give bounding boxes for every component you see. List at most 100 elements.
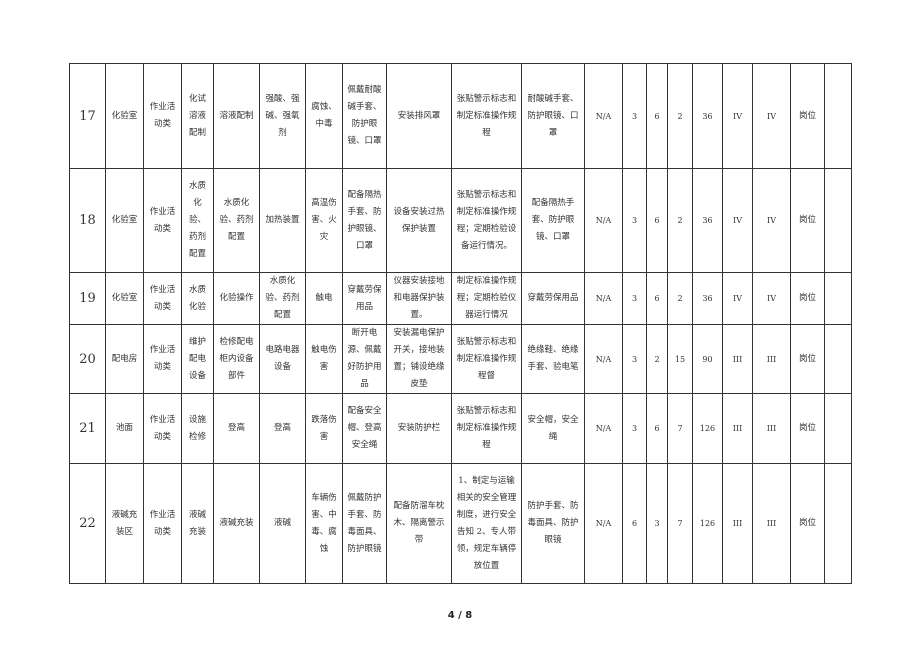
table-cell: 化验室	[105, 168, 144, 273]
table-cell: 7	[667, 463, 693, 584]
table-cell: 检修配电柜内设备部件	[213, 324, 260, 394]
table-cell	[824, 393, 852, 464]
table-cell: N/A	[584, 324, 623, 394]
table-cell: 化验室	[105, 272, 144, 325]
table-cell: 登高	[259, 393, 306, 464]
table-cell	[824, 463, 852, 584]
table-cell: 张贴警示标志和制定标准操作规程；定期检验设备运行情况。	[451, 168, 522, 273]
table-cell: 岗位	[790, 393, 825, 464]
table-cell: N/A	[584, 168, 623, 273]
table-cell: 2	[667, 272, 693, 325]
table-cell: 安全帽，安全绳	[521, 393, 585, 464]
table-cell: III	[752, 324, 791, 394]
table-cell: 36	[692, 272, 723, 325]
table-cell: 3	[622, 272, 647, 325]
table-cell: 断开电源、佩戴好防护用品	[342, 324, 387, 394]
table-row: 22 液碱充装区 作业活动类 液碱充装 液碱充装 液碱 车辆伤害、中毒、腐蚀 佩戴防护手套、防…	[69, 463, 852, 584]
row-number: 18	[69, 168, 106, 273]
table-cell: 7	[667, 393, 693, 464]
table-cell: 岗位	[790, 463, 825, 584]
table-cell: 耐酸碱手套、防护眼镜、口罩	[521, 63, 585, 169]
table-cell: 化验室	[105, 63, 144, 169]
table-cell: 防护手套、防毒面具、防护眼镜	[521, 463, 585, 584]
table-cell: 岗位	[790, 63, 825, 169]
table-cell: III	[722, 393, 753, 464]
table-cell: 仪器安装接地和电器保护装置。	[386, 272, 452, 325]
table-cell: 水质化验、药剂配置	[181, 168, 214, 273]
table-cell: 6	[646, 168, 668, 273]
table-cell	[824, 168, 852, 273]
table-cell: 作业活动类	[143, 463, 182, 584]
table-cell: N/A	[584, 463, 623, 584]
table-cell: 2	[646, 324, 668, 394]
page-number: 4 / 8	[447, 610, 473, 621]
table-cell: 张贴警示标志和制定标准操作规程督	[451, 324, 522, 394]
table-cell: 张贴警示标志和制定标准操作规程	[451, 393, 522, 464]
table-cell: 36	[692, 63, 723, 169]
table-cell: 2	[667, 168, 693, 273]
table-cell: 3	[622, 63, 647, 169]
table-cell: IV	[722, 272, 753, 325]
table-cell: 6	[646, 393, 668, 464]
table-cell: IV	[752, 272, 791, 325]
table-cell: 电路电器设备	[259, 324, 306, 394]
table-cell: N/A	[584, 63, 623, 169]
table-cell: 配备防溜车枕木、隔离警示带	[386, 463, 452, 584]
table-cell: 设备安装过热保护装置	[386, 168, 452, 273]
table-cell: 液碱充装区	[105, 463, 144, 584]
table-cell: 岗位	[790, 272, 825, 325]
table-row: 20 配电房 作业活动类 维护配电设备 检修配电柜内设备部件 电路电器设备 触电伤害 断开电源…	[69, 324, 852, 394]
table-cell: 岗位	[790, 168, 825, 273]
row-number: 22	[69, 463, 106, 584]
table-cell: 15	[667, 324, 693, 394]
table-row: 19 化验室 作业活动类 水质化验 化验操作 水质化验、药剂配置 触电 穿戴劳保用品 仪器安装接…	[69, 272, 852, 325]
table-cell: 作业活动类	[143, 393, 182, 464]
table-cell: 2	[667, 63, 693, 169]
table-cell: 36	[692, 168, 723, 273]
table-cell: 安装防护栏	[386, 393, 452, 464]
table-cell: 作业活动类	[143, 272, 182, 325]
table-cell: 岗位	[790, 324, 825, 394]
table-cell: 水质化验	[181, 272, 214, 325]
table-cell: IV	[722, 168, 753, 273]
table-cell: 绝缘鞋、绝缘手套、验电笔	[521, 324, 585, 394]
table-cell: 液碱充装	[181, 463, 214, 584]
table-cell	[824, 272, 852, 325]
table-row: 17 化验室 作业活动类 化试溶液配制 溶液配制 强酸、强碱、强氧剂 腐蚀、中毒 佩戴耐酸碱手…	[69, 63, 852, 169]
table-cell: 3	[622, 168, 647, 273]
table-cell: 配备安全帽、登高安全绳	[342, 393, 387, 464]
table-cell: 佩戴耐酸碱手套、防护眼镜、口罩	[342, 63, 387, 169]
table-cell: 3	[622, 393, 647, 464]
table-cell: III	[722, 463, 753, 584]
table-cell: 90	[692, 324, 723, 394]
table-cell: 维护配电设备	[181, 324, 214, 394]
table-cell: 安装排风罩	[386, 63, 452, 169]
table-cell: III	[722, 324, 753, 394]
row-number: 19	[69, 272, 106, 325]
table-cell: N/A	[584, 272, 623, 325]
table-cell: 3	[646, 463, 668, 584]
table-cell: IV	[722, 63, 753, 169]
table-cell	[824, 324, 852, 394]
table-cell: 配备隔热手套、防护眼镜、口罩	[521, 168, 585, 273]
table-cell: 登高	[213, 393, 260, 464]
table-cell: 设施检修	[181, 393, 214, 464]
table-cell: 6	[622, 463, 647, 584]
table-cell: 安装漏电保护开关，接地装置；铺设绝缘皮垫	[386, 324, 452, 394]
table-cell: 佩戴防护手套、防毒面具、防护眼镜	[342, 463, 387, 584]
table-cell: 水质化验、药剂配置	[259, 272, 306, 325]
table-cell: 穿戴劳保用品	[521, 272, 585, 325]
table-cell: 126	[692, 393, 723, 464]
table-cell: 穿戴劳保用品	[342, 272, 387, 325]
table-row: 21 池面 作业活动类 设施检修 登高 登高 跌落伤害 配备安全帽、登高安全绳 安装防护栏 张贴警…	[69, 393, 852, 464]
table-cell: 水质化验、药剂配置	[213, 168, 260, 273]
table-cell: 配备隔热手套、防护眼镜、口罩	[342, 168, 387, 273]
table-cell: 制定标准操作规程；定期检验仪器运行情况	[451, 272, 522, 325]
table-cell: IV	[752, 168, 791, 273]
table-cell: 触电	[305, 272, 343, 325]
table-cell: 1、制定与运输相关的安全管理制度，进行安全告知 2、专人带领，规定车辆停放位置	[451, 463, 522, 584]
table-cell: 高温伤害、火灾	[305, 168, 343, 273]
table-cell: 液碱充装	[213, 463, 260, 584]
table-cell: 作业活动类	[143, 63, 182, 169]
table-cell: III	[752, 463, 791, 584]
